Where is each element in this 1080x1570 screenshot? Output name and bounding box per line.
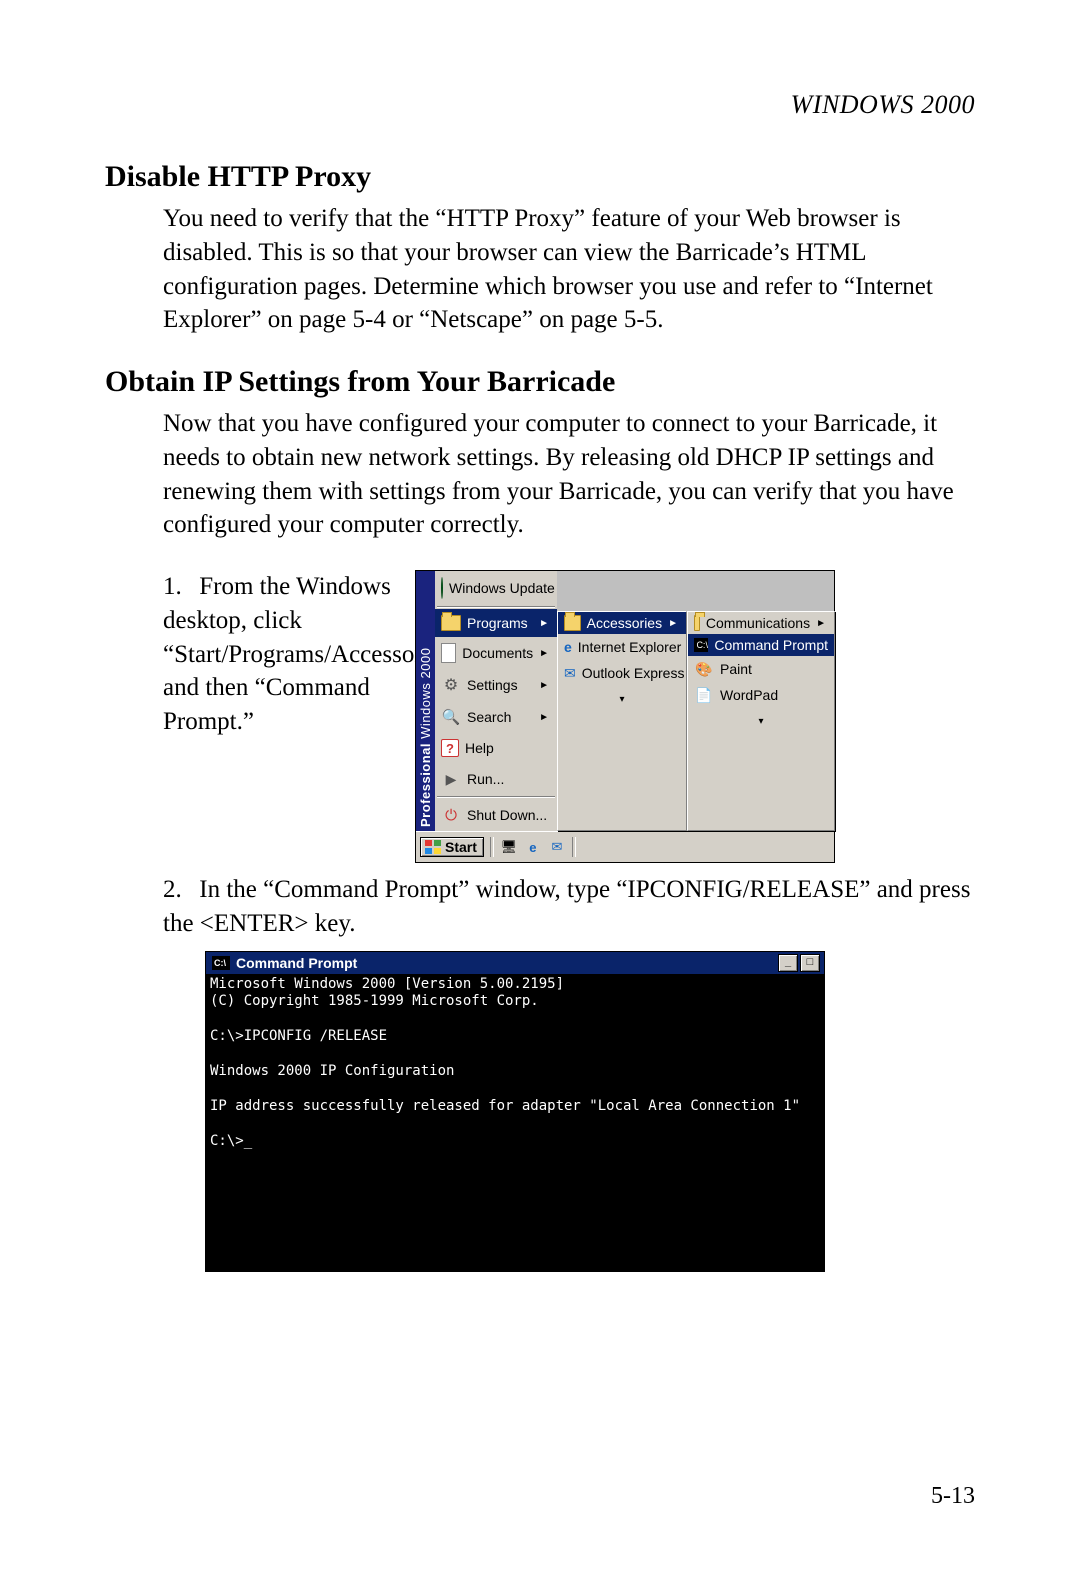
gear-icon: ⚙ — [441, 675, 461, 695]
page-number: 5-13 — [931, 1483, 975, 1510]
globe-icon — [441, 577, 443, 599]
section2-body: Now that you have configured your comput… — [163, 407, 975, 542]
submenu-item-ie[interactable]: e Internet Explorer — [558, 634, 686, 660]
step-1: 1. From the Windows desktop, click “Star… — [163, 570, 395, 739]
start-menu-figure: Professional Windows 2000 Windows Update… — [415, 570, 835, 863]
cmd-titlebar: C:\ Command Prompt _ □ — [206, 952, 824, 974]
menu-label: Settings — [467, 677, 533, 693]
step-2-number: 2. — [163, 873, 193, 907]
folder-icon — [441, 615, 461, 631]
menu-item-search[interactable]: 🔍 Search ► — [435, 701, 557, 733]
section2-heading: Obtain IP Settings from Your Barricade — [105, 365, 975, 399]
submenu-item-command-prompt[interactable]: C:\ Command Prompt — [688, 634, 834, 656]
doc-icon — [441, 643, 456, 663]
start-menu-branding: Professional Windows 2000 — [416, 571, 435, 831]
taskbar: Start 🖥 e ✉ — [416, 831, 834, 862]
submenu-arrow-icon: ► — [539, 648, 551, 659]
submenu-overflow[interactable]: ▾ — [688, 708, 834, 734]
submenu-item-accessories[interactable]: Accessories ► — [558, 612, 686, 634]
programs-submenu: Accessories ► e Internet Explorer ✉ Outl… — [557, 611, 687, 831]
menu-item-windows-update[interactable]: Windows Update — [435, 571, 557, 605]
menu-label: Run... — [467, 771, 551, 787]
running-head: WINDOWS 2000 — [105, 90, 975, 120]
wordpad-icon: 📄 — [694, 685, 714, 705]
minimize-button[interactable]: _ — [778, 954, 798, 972]
menu-label: WordPad — [720, 687, 828, 703]
menu-label: Search — [467, 709, 533, 725]
menu-divider — [437, 796, 555, 798]
menu-label: Documents — [462, 645, 533, 661]
cmd-icon: C:\ — [212, 956, 230, 970]
start-button[interactable]: Start — [420, 837, 484, 857]
submenu-arrow-icon: ► — [539, 712, 551, 723]
menu-label: Outlook Express — [582, 665, 685, 681]
submenu-item-paint[interactable]: 🎨 Paint — [688, 656, 834, 682]
help-icon: ? — [441, 739, 459, 757]
submenu-item-wordpad[interactable]: 📄 WordPad — [688, 682, 834, 708]
taskbar-divider — [572, 837, 576, 857]
section1-heading: Disable HTTP Proxy — [105, 160, 975, 194]
start-button-label: Start — [445, 839, 477, 855]
windows-flag-icon — [425, 840, 441, 854]
shutdown-icon: ⏻ — [441, 805, 461, 825]
menu-label: Command Prompt — [714, 637, 828, 653]
quicklaunch-desktop-icon[interactable]: 🖥 — [500, 838, 518, 856]
submenu-item-communications[interactable]: Communications ► — [688, 612, 834, 634]
taskbar-divider — [490, 837, 494, 857]
menu-label: Internet Explorer — [578, 639, 682, 655]
folder-icon — [564, 615, 581, 631]
menu-label: Shut Down... — [467, 807, 551, 823]
menu-item-run[interactable]: ▶ Run... — [435, 763, 557, 795]
menu-item-settings[interactable]: ⚙ Settings ► — [435, 669, 557, 701]
submenu-arrow-icon: ► — [816, 618, 828, 629]
folder-icon — [694, 615, 700, 631]
menu-label: Help — [465, 740, 551, 756]
step-2-text: In the “Command Prompt” window, type “IP… — [163, 876, 970, 937]
submenu-item-outlook[interactable]: ✉ Outlook Express — [558, 660, 686, 686]
ie-icon: e — [564, 637, 572, 657]
quicklaunch-outlook-icon[interactable]: ✉ — [548, 838, 566, 856]
paint-icon: 🎨 — [694, 659, 714, 679]
menu-label: Paint — [720, 661, 828, 677]
envelope-icon: ✉ — [564, 663, 576, 683]
menu-item-programs[interactable]: Programs ► — [435, 609, 557, 637]
cmd-title-text: Command Prompt — [236, 955, 778, 971]
step-2: 2. In the “Command Prompt” window, type … — [163, 873, 975, 941]
menu-item-help[interactable]: ? Help — [435, 733, 557, 763]
submenu-arrow-icon: ► — [668, 618, 680, 629]
start-menu-main-column: Windows Update Programs ► Documents ► — [435, 571, 557, 831]
submenu-arrow-icon: ► — [539, 680, 551, 691]
menu-divider — [437, 606, 555, 608]
branding-windows2000: Windows 2000 — [418, 648, 433, 739]
chevron-down-icon: ▾ — [612, 689, 632, 709]
menu-label: Programs — [467, 615, 533, 631]
menu-label: Communications — [706, 615, 810, 631]
submenu-overflow[interactable]: ▾ — [558, 686, 686, 712]
magnifier-icon: 🔍 — [441, 707, 461, 727]
cmd-output: Microsoft Windows 2000 [Version 5.00.219… — [206, 974, 824, 1271]
submenu-arrow-icon: ► — [539, 618, 551, 629]
maximize-button[interactable]: □ — [800, 954, 820, 972]
chevron-down-icon: ▾ — [751, 711, 771, 731]
branding-professional: Professional — [418, 743, 433, 827]
cmd-icon: C:\ — [694, 638, 708, 652]
quicklaunch-ie-icon[interactable]: e — [524, 838, 542, 856]
accessories-submenu: Communications ► C:\ Command Prompt 🎨 Pa… — [687, 611, 835, 831]
menu-label: Accessories — [587, 615, 662, 631]
section1-body: You need to verify that the “HTTP Proxy”… — [163, 202, 975, 337]
menu-item-documents[interactable]: Documents ► — [435, 637, 557, 669]
command-prompt-figure: C:\ Command Prompt _ □ Microsoft Windows… — [205, 951, 825, 1272]
menu-item-shutdown[interactable]: ⏻ Shut Down... — [435, 799, 557, 831]
step-1-number: 1. — [163, 570, 193, 604]
run-icon: ▶ — [441, 769, 461, 789]
menu-label: Windows Update — [449, 580, 555, 596]
